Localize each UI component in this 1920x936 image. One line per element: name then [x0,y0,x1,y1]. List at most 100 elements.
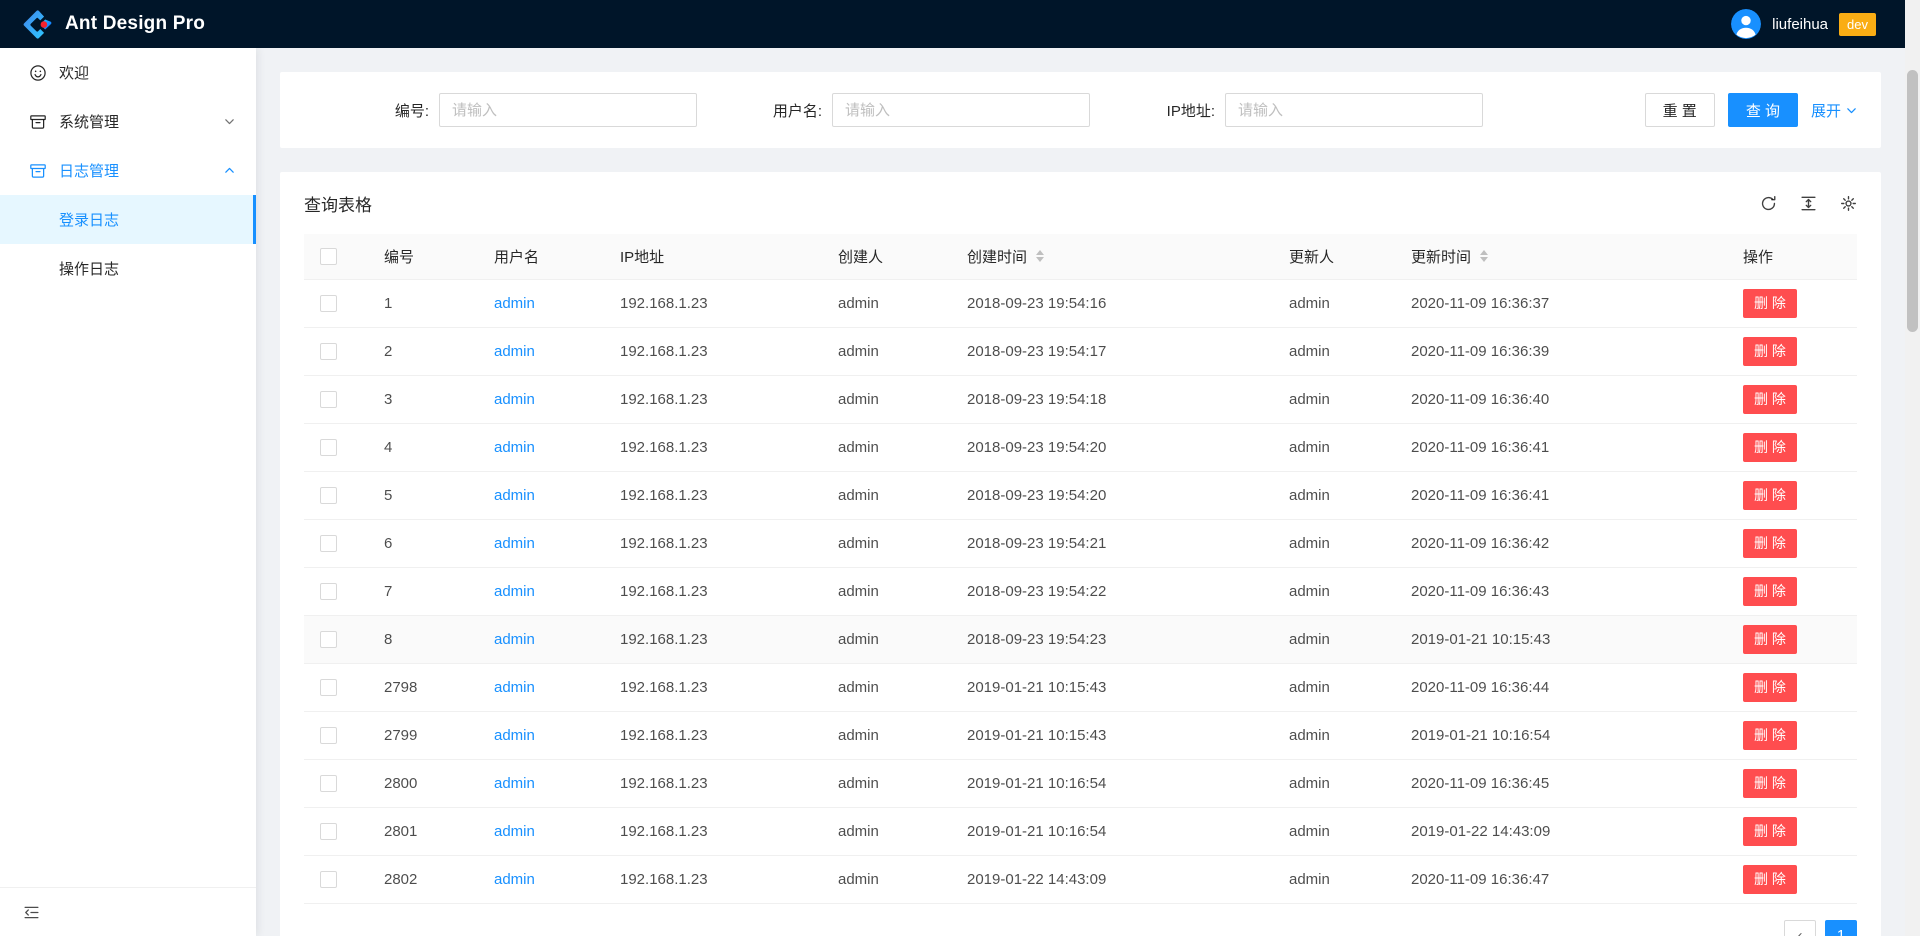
cell-updated-time: 2020-11-09 16:36:44 [1395,663,1727,711]
delete-button[interactable]: 删 除 [1743,673,1797,702]
sidebar-item-login-log[interactable]: 登录日志 [0,195,256,244]
scrollbar-thumb[interactable] [1907,70,1918,332]
delete-button[interactable]: 删 除 [1743,433,1797,462]
logo-area[interactable]: Ant Design Pro [22,9,205,40]
delete-button[interactable]: 删 除 [1743,721,1797,750]
sort-carets-icon[interactable] [1480,250,1488,262]
row-checkbox[interactable] [320,487,337,504]
sidebar-item-system-management[interactable]: 系统管理 [0,97,256,146]
sidebar: 欢迎 系统管理 日志管理 [0,48,256,936]
column-header-creator: 创建人 [822,234,951,279]
cell-id: 2801 [368,807,478,855]
cell-ip: 192.168.1.23 [604,279,822,327]
settings-icon[interactable] [1840,195,1857,212]
delete-button[interactable]: 删 除 [1743,577,1797,606]
row-checkbox[interactable] [320,391,337,408]
column-header-username: 用户名 [478,234,604,279]
delete-button[interactable]: 删 除 [1743,865,1797,894]
query-button[interactable]: 查 询 [1728,93,1798,127]
cell-id: 2800 [368,759,478,807]
username[interactable]: liufeihua [1772,16,1828,33]
pagination: ‹ 1 [304,920,1857,936]
username-link[interactable]: admin [494,583,535,600]
sort-carets-icon[interactable] [1036,250,1044,262]
sidebar-collapse-trigger[interactable] [0,887,256,936]
username-link[interactable]: admin [494,871,535,888]
row-checkbox[interactable] [320,439,337,456]
cell-creator: admin [822,423,951,471]
cell-id: 2798 [368,663,478,711]
row-checkbox[interactable] [320,679,337,696]
select-all-checkbox[interactable] [320,248,337,265]
cell-updater: admin [1273,279,1395,327]
reload-icon[interactable] [1760,195,1777,212]
sidebar-menu: 欢迎 系统管理 日志管理 [0,48,256,887]
row-checkbox[interactable] [320,535,337,552]
cell-id: 2799 [368,711,478,759]
delete-button[interactable]: 删 除 [1743,337,1797,366]
table-title: 查询表格 [304,191,372,216]
cell-creator: admin [822,663,951,711]
density-icon[interactable] [1800,195,1817,212]
row-checkbox[interactable] [320,775,337,792]
row-checkbox[interactable] [320,631,337,648]
pagination-page-1[interactable]: 1 [1825,920,1857,936]
username-link[interactable]: admin [494,343,535,360]
cell-id: 1 [368,279,478,327]
delete-button[interactable]: 删 除 [1743,817,1797,846]
username-link[interactable]: admin [494,727,535,744]
row-checkbox[interactable] [320,295,337,312]
window-scrollbar[interactable] [1905,0,1920,936]
username-link[interactable]: admin [494,631,535,648]
username-link[interactable]: admin [494,823,535,840]
ip-input[interactable] [1225,93,1483,127]
expand-link[interactable]: 展开 [1811,100,1857,121]
cell-ip: 192.168.1.23 [604,759,822,807]
id-input[interactable] [439,93,697,127]
user-avatar-icon[interactable] [1731,9,1761,39]
delete-button[interactable]: 删 除 [1743,529,1797,558]
cell-ip: 192.168.1.23 [604,663,822,711]
ant-design-logo-icon [22,9,53,40]
table-row: 3 admin 192.168.1.23 admin 2018-09-23 19… [304,375,1857,423]
username-link[interactable]: admin [494,439,535,456]
delete-button[interactable]: 删 除 [1743,481,1797,510]
username-input[interactable] [832,93,1090,127]
ip-label: IP地址: [1090,100,1225,121]
row-checkbox[interactable] [320,343,337,360]
reset-button[interactable]: 重 置 [1645,93,1715,127]
sidebar-item-welcome[interactable]: 欢迎 [0,48,256,97]
env-tag: dev [1839,13,1876,36]
row-checkbox[interactable] [320,727,337,744]
delete-button[interactable]: 删 除 [1743,385,1797,414]
field-id: 编号: [304,93,697,127]
row-checkbox[interactable] [320,823,337,840]
search-form-card: 编号: 用户名: IP地址: 重 置 查 询 展开 [280,72,1881,148]
delete-button[interactable]: 删 除 [1743,625,1797,654]
username-link[interactable]: admin [494,679,535,696]
cell-ip: 192.168.1.23 [604,807,822,855]
pagination-prev-button[interactable]: ‹ [1784,920,1816,936]
row-checkbox[interactable] [320,583,337,600]
username-link[interactable]: admin [494,295,535,312]
table-row: 1 admin 192.168.1.23 admin 2018-09-23 19… [304,279,1857,327]
column-header-ip: IP地址 [604,234,822,279]
delete-button[interactable]: 删 除 [1743,769,1797,798]
sidebar-item-log-management[interactable]: 日志管理 [0,146,256,195]
row-checkbox[interactable] [320,871,337,888]
cell-creator: admin [822,375,951,423]
column-header-created: 创建时间 [951,234,1273,279]
username-link[interactable]: admin [494,487,535,504]
sidebar-item-operation-log[interactable]: 操作日志 [0,244,256,293]
cell-created-time: 2018-09-23 19:54:18 [951,375,1273,423]
cell-id: 8 [368,615,478,663]
cell-id: 3 [368,375,478,423]
delete-button[interactable]: 删 除 [1743,289,1797,318]
username-link[interactable]: admin [494,775,535,792]
sidebar-item-label: 系统管理 [59,111,119,132]
username-link[interactable]: admin [494,535,535,552]
search-actions: 重 置 查 询 展开 [1645,93,1857,127]
header-user-area[interactable]: liufeihua dev [1731,9,1876,39]
username-link[interactable]: admin [494,391,535,408]
toolbar-icons [1760,195,1857,212]
